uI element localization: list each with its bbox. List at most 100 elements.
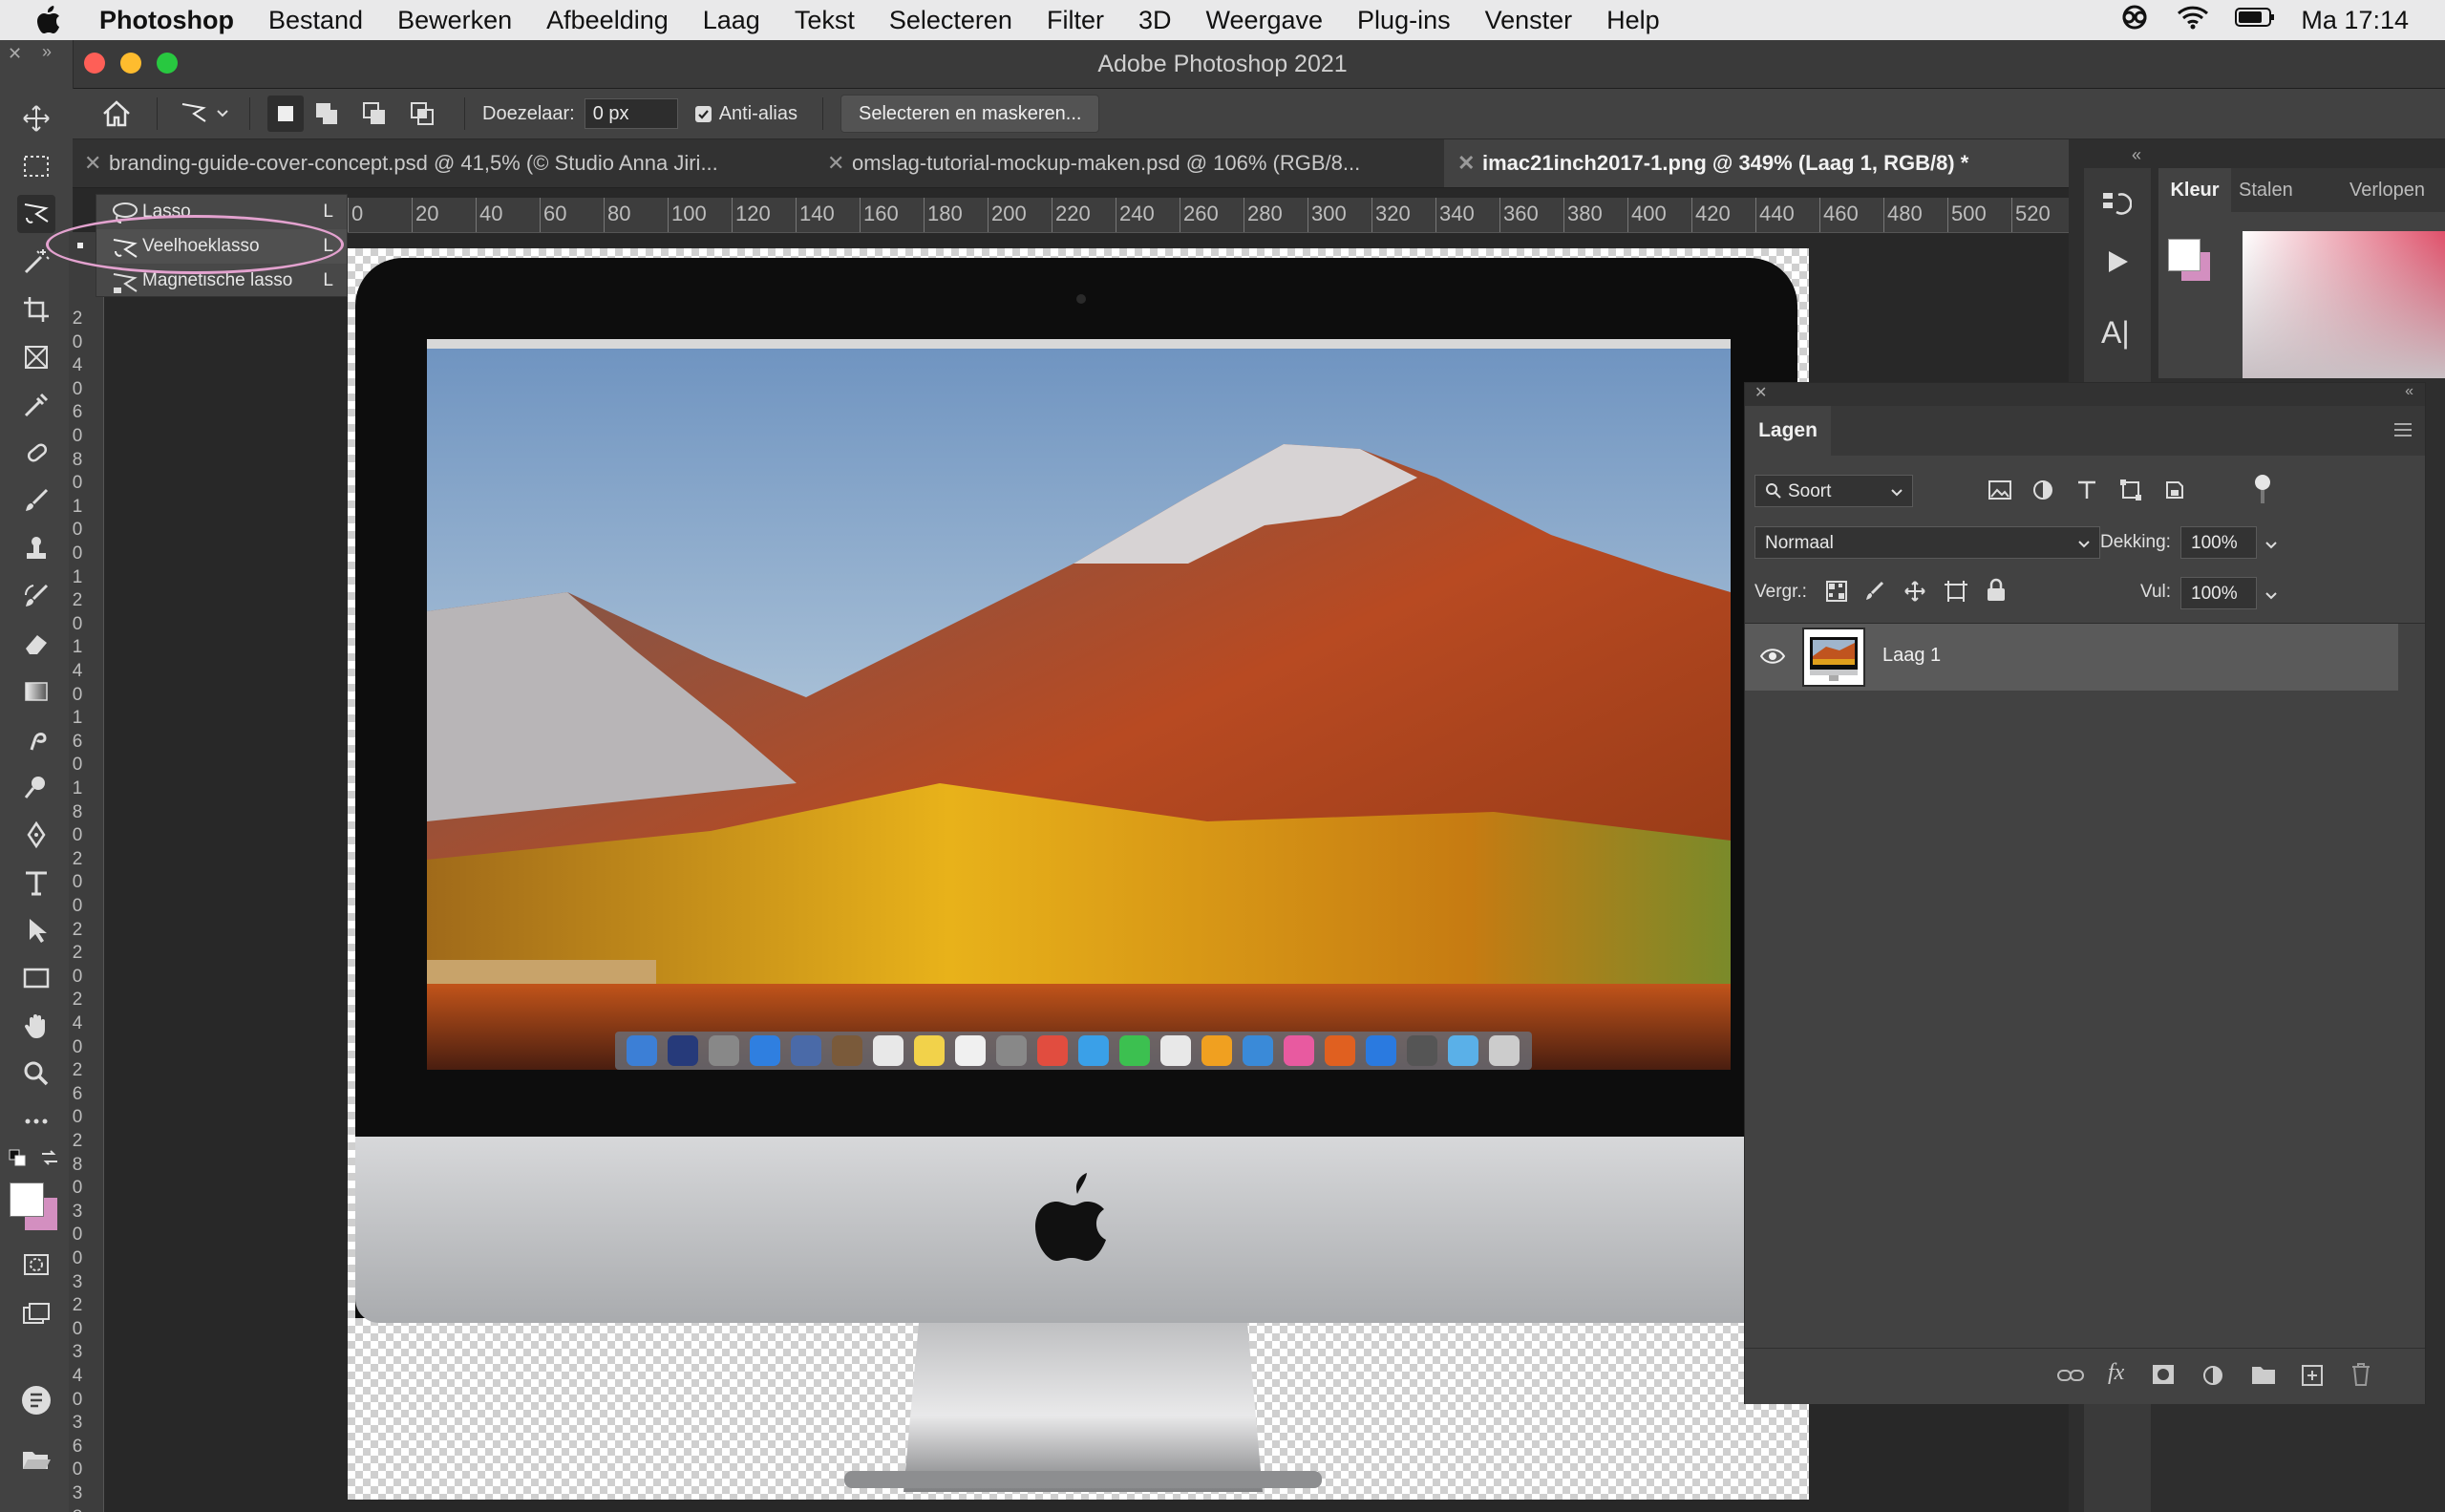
- new-adjustment-layer-icon[interactable]: [2201, 1364, 2224, 1392]
- layer-style-fx-icon[interactable]: fx: [2108, 1360, 2124, 1386]
- antialias-checkbox[interactable]: Anti-alias: [694, 103, 797, 125]
- subtract-from-selection-icon[interactable]: [351, 101, 399, 126]
- lock-artboard-icon[interactable]: [1944, 580, 1968, 607]
- fill-chevron-icon[interactable]: [2264, 588, 2278, 606]
- tab-verlopen[interactable]: Verlopen: [2349, 168, 2425, 212]
- pen-tool-icon[interactable]: [17, 816, 55, 854]
- collapse-dock-icon[interactable]: «: [2132, 145, 2141, 165]
- menu-bestand[interactable]: Bestand: [268, 6, 363, 35]
- rectangular-marquee-icon[interactable]: [17, 147, 55, 185]
- new-group-icon[interactable]: [2251, 1364, 2276, 1390]
- crop-tool-icon[interactable]: [17, 290, 55, 329]
- filter-type-layer-icon[interactable]: [2075, 479, 2098, 506]
- layer-name[interactable]: Laag 1: [1882, 645, 1941, 667]
- menu-selecteren[interactable]: Selecteren: [889, 6, 1012, 35]
- intersect-selection-icon[interactable]: [399, 101, 447, 126]
- menu-help[interactable]: Help: [1606, 6, 1660, 35]
- battery-icon[interactable]: [2234, 6, 2276, 35]
- menu-3d[interactable]: 3D: [1138, 6, 1172, 35]
- tab-lagen[interactable]: Lagen: [1745, 406, 1831, 456]
- rectangle-tool-icon[interactable]: [17, 959, 55, 997]
- swap-colors-icon[interactable]: [38, 1146, 61, 1174]
- panel-menu-icon[interactable]: [2392, 421, 2413, 443]
- filter-smart-object-icon[interactable]: [2163, 479, 2186, 506]
- foreground-color-swatch[interactable]: [10, 1182, 44, 1217]
- tab-imac21inch[interactable]: ✕ imac21inch2017-1.png @ 349% (Laag 1, RG…: [1444, 139, 2097, 187]
- open-folder-icon[interactable]: [17, 1440, 55, 1479]
- delete-layer-icon[interactable]: [2350, 1362, 2371, 1392]
- learn-panel-icon[interactable]: [17, 1381, 55, 1419]
- frame-tool-icon[interactable]: [17, 338, 55, 376]
- menu-photoshop[interactable]: Photoshop: [99, 6, 234, 35]
- menu-laag[interactable]: Laag: [703, 6, 760, 35]
- close-tab-icon[interactable]: ✕: [827, 139, 852, 187]
- smudge-tool-icon[interactable]: [17, 720, 55, 758]
- lock-position-icon[interactable]: [1903, 580, 1926, 607]
- vertical-ruler[interactable]: 2040608010012014016018020022024026028030…: [69, 232, 104, 1512]
- apple-icon[interactable]: [36, 6, 65, 34]
- new-layer-icon[interactable]: [2301, 1364, 2324, 1392]
- horizontal-ruler[interactable]: 0 20 40 60 80 100 120 140 160 180 200 220 240 260 280 3…: [348, 198, 2069, 233]
- close-window-button[interactable]: [84, 53, 105, 74]
- close-tab-icon[interactable]: ✕: [1457, 139, 1482, 187]
- quick-mask-icon[interactable]: [17, 1246, 55, 1284]
- screen-mode-icon[interactable]: [17, 1295, 55, 1333]
- collapse-panel-icon[interactable]: «: [2405, 383, 2413, 400]
- layer-row[interactable]: Laag 1: [1745, 624, 2398, 691]
- blend-mode-select[interactable]: Normaal: [1754, 526, 2100, 559]
- wifi-icon[interactable]: [2177, 4, 2209, 37]
- tab-kleur[interactable]: Kleur: [2158, 168, 2231, 212]
- clone-stamp-icon[interactable]: [17, 529, 55, 567]
- healing-brush-icon[interactable]: [17, 434, 55, 472]
- document-canvas[interactable]: [348, 248, 1809, 1500]
- lock-all-icon[interactable]: [1986, 578, 2007, 607]
- zoom-tool-icon[interactable]: [17, 1054, 55, 1093]
- color-picker-field[interactable]: [2243, 231, 2445, 378]
- brush-tool-icon[interactable]: [17, 481, 55, 520]
- character-panel-icon[interactable]: A|: [2101, 315, 2130, 351]
- hand-tool-icon[interactable]: [17, 1007, 55, 1045]
- polygonal-lasso-tool-icon[interactable]: [17, 195, 55, 233]
- close-panel-icon[interactable]: ✕: [8, 44, 22, 64]
- visibility-eye-icon[interactable]: [1759, 647, 1786, 671]
- dodge-tool-icon[interactable]: [17, 768, 55, 806]
- creative-cloud-icon[interactable]: [2117, 4, 2152, 37]
- menubar-clock[interactable]: Ma 17:14: [2301, 6, 2409, 35]
- menu-bewerken[interactable]: Bewerken: [397, 6, 512, 35]
- filter-adjustment-layer-icon[interactable]: [2031, 479, 2054, 506]
- menu-filter[interactable]: Filter: [1047, 6, 1104, 35]
- menu-venster[interactable]: Venster: [1485, 6, 1573, 35]
- feather-input[interactable]: 0 px: [584, 98, 678, 129]
- opacity-chevron-icon[interactable]: [2264, 538, 2278, 555]
- history-brush-icon[interactable]: [17, 577, 55, 615]
- filter-toggle-icon[interactable]: [2255, 475, 2270, 490]
- close-tab-icon[interactable]: ✕: [84, 139, 109, 187]
- filter-shape-layer-icon[interactable]: [2119, 479, 2142, 506]
- actions-play-icon[interactable]: [2105, 248, 2132, 280]
- history-panel-icon[interactable]: [2101, 189, 2133, 224]
- chevron-down-icon[interactable]: [213, 109, 232, 118]
- add-mask-icon[interactable]: [2152, 1364, 2175, 1390]
- polygonal-lasso-preset-icon[interactable]: [175, 98, 213, 129]
- more-tools-icon[interactable]: [17, 1102, 55, 1140]
- eraser-icon[interactable]: [17, 625, 55, 663]
- eyedropper-icon[interactable]: [17, 386, 55, 424]
- collapse-panel-icon[interactable]: »: [42, 42, 52, 62]
- tab-stalen[interactable]: Stalen: [2239, 168, 2293, 212]
- close-panel-icon[interactable]: ✕: [1754, 383, 1767, 402]
- tab-branding-guide[interactable]: ✕ branding-guide-cover-concept.psd @ 41,5…: [73, 139, 819, 187]
- lock-image-pixels-icon[interactable]: [1863, 580, 1886, 607]
- color-panel-fg-swatch[interactable]: [2168, 239, 2200, 271]
- layer-filter-select[interactable]: Soort: [1754, 475, 1913, 507]
- fill-input[interactable]: 100%: [2180, 577, 2257, 609]
- minimize-window-button[interactable]: [120, 53, 141, 74]
- default-colors-icon[interactable]: [8, 1148, 29, 1174]
- home-icon[interactable]: [94, 99, 139, 128]
- menu-afbeelding[interactable]: Afbeelding: [546, 6, 669, 35]
- filter-pixel-layer-icon[interactable]: [1988, 479, 2012, 506]
- new-selection-icon[interactable]: [267, 96, 304, 132]
- zoom-window-button[interactable]: [157, 53, 178, 74]
- path-selection-icon[interactable]: [17, 911, 55, 949]
- lock-transparent-pixels-icon[interactable]: [1825, 580, 1848, 607]
- menu-weergave[interactable]: Weergave: [1205, 6, 1323, 35]
